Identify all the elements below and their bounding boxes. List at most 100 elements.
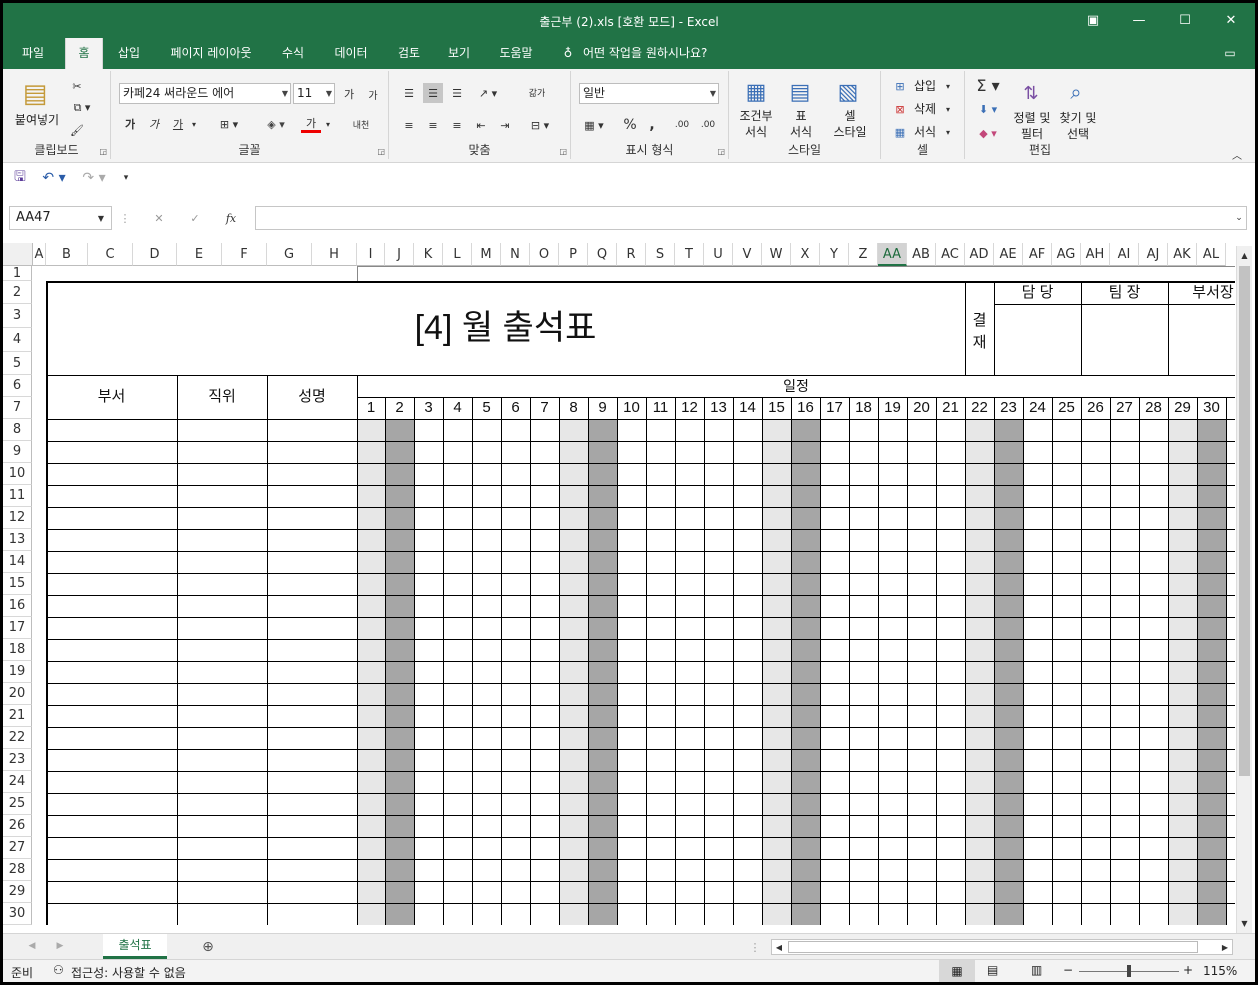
percent-button[interactable]: % bbox=[621, 115, 639, 135]
clear-icon[interactable]: ◆ ▾ bbox=[973, 123, 1003, 143]
column-header[interactable]: AD bbox=[965, 243, 994, 266]
row-header[interactable]: 23 bbox=[3, 749, 32, 771]
zoom-level[interactable]: 115% bbox=[1203, 964, 1237, 978]
column-header[interactable]: H bbox=[312, 243, 357, 266]
paste-icon[interactable]: ▤ bbox=[17, 77, 53, 111]
zoom-slider-thumb[interactable] bbox=[1127, 965, 1131, 977]
phonetic-button[interactable]: 내천 bbox=[347, 115, 375, 133]
tab-split-handle-icon[interactable]: ⋮ bbox=[750, 939, 761, 955]
sort-filter-label-2[interactable]: 필터 bbox=[1007, 127, 1057, 142]
row-header[interactable]: 3 bbox=[3, 304, 32, 328]
increase-decimal-button[interactable]: .00 bbox=[671, 115, 693, 135]
tab-review[interactable]: 검토 bbox=[387, 38, 431, 69]
close-button[interactable]: ✕ bbox=[1208, 3, 1254, 38]
tab-insert[interactable]: 삽입 bbox=[107, 38, 151, 69]
row-header[interactable]: 24 bbox=[3, 771, 32, 793]
column-header[interactable]: S bbox=[646, 243, 675, 266]
fill-color-icon[interactable]: ◈ ▾ bbox=[261, 115, 291, 133]
insert-cells-icon[interactable]: ⊞ bbox=[891, 77, 909, 95]
column-header[interactable]: Y bbox=[820, 243, 849, 266]
enter-icon[interactable]: ✓ bbox=[187, 210, 203, 226]
row-header[interactable]: 13 bbox=[3, 529, 32, 551]
scroll-down-icon[interactable]: ▼ bbox=[1237, 916, 1252, 930]
cut-icon[interactable]: ✂ bbox=[67, 77, 87, 95]
save-icon[interactable]: 🖫 bbox=[11, 169, 29, 187]
cell-styles-icon[interactable]: ▧ bbox=[833, 77, 863, 107]
column-header[interactable]: Z bbox=[849, 243, 878, 266]
minimize-button[interactable]: — bbox=[1116, 3, 1162, 38]
column-header[interactable]: AF bbox=[1023, 243, 1052, 266]
grow-font-button[interactable]: 가 bbox=[339, 85, 359, 103]
wrap-text-button[interactable]: 갊가 bbox=[525, 81, 549, 103]
sort-filter-icon[interactable]: ⇅ bbox=[1015, 79, 1047, 107]
row-header[interactable]: 21 bbox=[3, 705, 32, 727]
row-header[interactable]: 1 bbox=[3, 266, 32, 281]
row-header[interactable]: 26 bbox=[3, 815, 32, 837]
sort-filter-label-1[interactable]: 정렬 및 bbox=[1007, 111, 1057, 126]
collapse-ribbon-icon[interactable]: ︿ bbox=[1229, 147, 1245, 162]
chevron-down-icon[interactable]: ▾ bbox=[323, 115, 333, 133]
bold-button[interactable]: 가 bbox=[121, 115, 139, 133]
worksheet-grid[interactable]: A B C D E F G H I J K L M N O P Q R S T U V W X Y Z AA AB AC AD AE AF AG… bbox=[3, 243, 1255, 933]
row-header[interactable]: 27 bbox=[3, 837, 32, 859]
tab-home[interactable]: 홈 bbox=[65, 38, 103, 69]
delete-cells-icon[interactable]: ⊠ bbox=[891, 100, 909, 118]
column-header[interactable]: AH bbox=[1081, 243, 1110, 266]
fill-icon[interactable]: ⬇ ▾ bbox=[973, 99, 1003, 119]
column-header[interactable]: N bbox=[501, 243, 530, 266]
vertical-scroll-thumb[interactable] bbox=[1239, 266, 1250, 776]
column-header[interactable]: E bbox=[177, 243, 222, 266]
borders-icon[interactable]: ⊞ ▾ bbox=[215, 115, 243, 133]
conditional-formatting-icon[interactable]: ▦ bbox=[741, 77, 771, 107]
column-header[interactable]: T bbox=[675, 243, 704, 266]
align-middle-icon[interactable]: ☰ bbox=[423, 83, 443, 103]
row-header[interactable]: 30 bbox=[3, 903, 32, 925]
decrease-decimal-button[interactable]: .00 bbox=[697, 115, 719, 135]
paste-button[interactable]: 붙여넣기 bbox=[9, 113, 65, 128]
row-header[interactable]: 11 bbox=[3, 485, 32, 507]
page-break-view-icon[interactable]: ▥ bbox=[1031, 963, 1042, 977]
row-header[interactable]: 9 bbox=[3, 441, 32, 463]
row-header[interactable]: 8 bbox=[3, 419, 32, 441]
comments-icon[interactable]: ▭ bbox=[1217, 38, 1243, 69]
customize-qat-icon[interactable]: ▾ bbox=[119, 169, 133, 187]
delete-cells-button[interactable]: 삭제 bbox=[909, 102, 941, 117]
scroll-right-icon[interactable]: ▶ bbox=[1218, 940, 1232, 954]
page-layout-view-icon[interactable]: ▤ bbox=[987, 963, 998, 977]
format-as-table-label-2[interactable]: 서식 bbox=[779, 125, 823, 140]
tell-me-search[interactable]: 어떤 작업을 원하시나요? bbox=[583, 38, 733, 69]
font-color-button[interactable]: 가 bbox=[301, 115, 321, 133]
row-header[interactable]: 10 bbox=[3, 463, 32, 485]
align-left-icon[interactable]: ≡ bbox=[399, 115, 419, 135]
row-header[interactable]: 5 bbox=[3, 352, 32, 375]
column-header[interactable]: AB bbox=[907, 243, 936, 266]
row-header[interactable]: 18 bbox=[3, 639, 32, 661]
row-header[interactable]: 29 bbox=[3, 881, 32, 903]
clipboard-expand-icon[interactable]: ◲ bbox=[99, 147, 107, 156]
maximize-button[interactable]: ☐ bbox=[1162, 3, 1208, 38]
row-header[interactable]: 15 bbox=[3, 573, 32, 595]
tab-view[interactable]: 보기 bbox=[439, 38, 479, 69]
add-sheet-icon[interactable]: ⊕ bbox=[199, 938, 217, 956]
column-header[interactable]: B bbox=[46, 243, 88, 266]
vertical-scrollbar[interactable]: ▲ ▼ bbox=[1236, 246, 1252, 933]
format-cells-icon[interactable]: ▦ bbox=[891, 123, 909, 141]
column-header[interactable]: AE bbox=[994, 243, 1023, 266]
sheet-tab-attendance[interactable]: 출석표 bbox=[103, 934, 167, 959]
column-header[interactable]: F bbox=[222, 243, 267, 266]
font-name-combo[interactable]: 카페24 써라운드 에어 ▼ bbox=[119, 83, 291, 104]
font-expand-icon[interactable]: ◲ bbox=[377, 147, 385, 156]
scroll-left-icon[interactable]: ◀ bbox=[772, 940, 786, 954]
merge-center-icon[interactable]: ⊟ ▾ bbox=[525, 115, 555, 135]
column-header[interactable]: M bbox=[472, 243, 501, 266]
column-header[interactable]: AA bbox=[878, 243, 907, 266]
horizontal-scroll-thumb[interactable] bbox=[788, 941, 1198, 953]
cell-styles-label-1[interactable]: 셀 bbox=[825, 109, 875, 124]
italic-button[interactable]: 가 bbox=[145, 115, 163, 133]
tab-data[interactable]: 데이터 bbox=[323, 38, 379, 69]
find-select-label-1[interactable]: 찾기 및 bbox=[1053, 111, 1103, 126]
row-header[interactable]: 19 bbox=[3, 661, 32, 683]
decrease-indent-icon[interactable]: ⇤ bbox=[471, 115, 491, 135]
chevron-down-icon[interactable]: ▾ bbox=[943, 102, 953, 116]
row-header[interactable]: 2 bbox=[3, 281, 32, 304]
